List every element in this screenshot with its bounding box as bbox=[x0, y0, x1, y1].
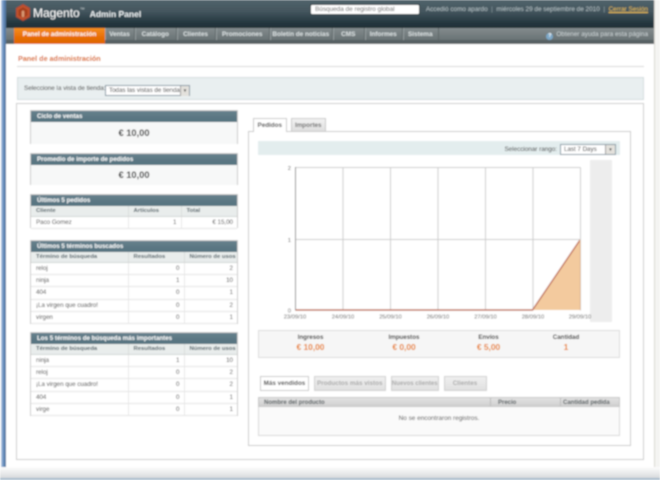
svg-text:25/09/10: 25/09/10 bbox=[379, 315, 402, 321]
svg-text:1: 1 bbox=[288, 238, 291, 244]
svg-text:29/09/10: 29/09/10 bbox=[569, 315, 592, 321]
svg-text:24/09/10: 24/09/10 bbox=[332, 315, 355, 321]
svg-text:28/09/10: 28/09/10 bbox=[522, 315, 545, 321]
svg-text:27/09/10: 27/09/10 bbox=[474, 315, 497, 321]
svg-text:2: 2 bbox=[288, 166, 291, 172]
svg-text:23/09/10: 23/09/10 bbox=[284, 315, 307, 321]
svg-text:26/09/10: 26/09/10 bbox=[427, 315, 450, 321]
